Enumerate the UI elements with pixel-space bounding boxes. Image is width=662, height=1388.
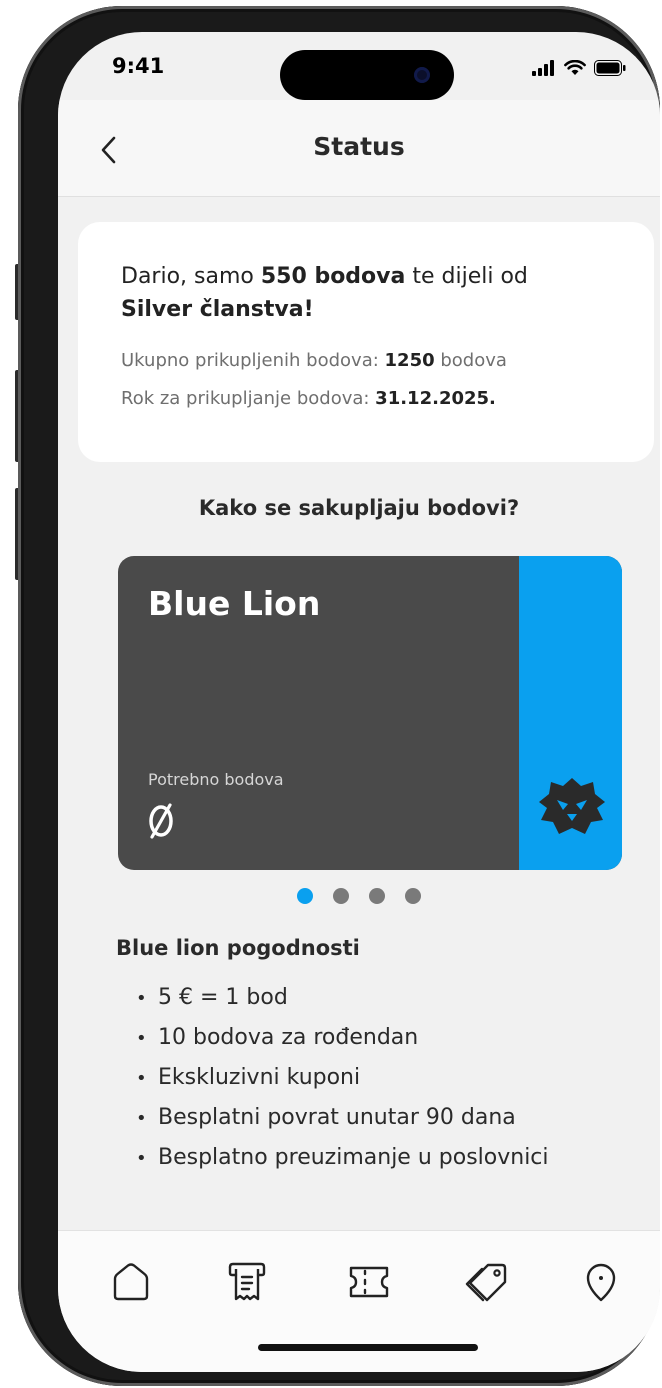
carousel-pagination <box>58 888 660 904</box>
carousel-dot[interactable] <box>333 888 349 904</box>
carousel-dot[interactable] <box>297 888 313 904</box>
benefit-item: Ekskluzivni kuponi <box>136 1058 549 1098</box>
benefits-title: Blue lion pogodnosti <box>116 936 360 960</box>
total-points-unit: bodova <box>434 350 507 371</box>
dynamic-island <box>280 50 454 100</box>
tab-offers[interactable] <box>462 1257 512 1307</box>
tier-name: Blue Lion <box>148 584 321 623</box>
points-headline: Dario, samo 550 bodova te dijeli od Silv… <box>121 260 621 326</box>
total-points-line: Ukupno prikupljenih bodova: 1250 bodova <box>121 350 507 371</box>
deadline-label: Rok za prikupljanje bodova: <box>121 388 376 409</box>
tab-home[interactable] <box>106 1257 156 1307</box>
total-points-value: 1250 <box>384 350 435 371</box>
deadline-line: Rok za prikupljanje bodova: 31.12.2025. <box>121 388 496 409</box>
tab-coupons[interactable] <box>344 1257 394 1307</box>
headline-text: Dario, samo <box>121 264 261 289</box>
benefit-item: Besplatni povrat unutar 90 dana <box>136 1098 549 1138</box>
signal-icon <box>532 60 554 76</box>
benefit-item: 5 € = 1 bod <box>136 978 549 1018</box>
points-info-card: Dario, samo 550 bodova te dijeli od Silv… <box>78 222 654 462</box>
location-pin-icon <box>586 1263 616 1302</box>
tab-stores[interactable] <box>576 1257 626 1307</box>
benefit-item: Besplatno preuzimanje u poslovnici <box>136 1138 549 1178</box>
page-title: Status <box>313 132 405 161</box>
camera-icon <box>414 67 430 83</box>
wifi-icon <box>564 60 586 75</box>
deadline-value: 31.12.2025. <box>375 388 496 409</box>
benefits-list: 5 € = 1 bod 10 bodova za rođendan Eksklu… <box>136 978 549 1178</box>
receipt-icon <box>228 1262 266 1301</box>
points-needed: 550 bodova <box>260 264 406 289</box>
ticket-icon <box>349 1266 389 1298</box>
home-indicator[interactable] <box>258 1344 478 1351</box>
section-heading: Kako se sakupljaju bodovi? <box>198 496 520 520</box>
battery-icon <box>594 60 626 76</box>
home-icon <box>113 1263 149 1301</box>
lion-icon <box>539 778 605 834</box>
next-tier: Silver članstva! <box>121 297 314 322</box>
benefit-item: 10 bodova za rođendan <box>136 1018 549 1058</box>
screen: 9:41 Status Dario, samo 550 bodova te di… <box>58 32 660 1372</box>
tier-card[interactable]: Blue Lion Potrebno bodova 0 <box>118 556 622 870</box>
navigation-bar: Status <box>58 100 660 197</box>
zero-glyph <box>149 803 173 839</box>
status-time: 9:41 <box>112 54 165 78</box>
status-icons <box>532 58 626 78</box>
headline-text: te dijeli od <box>405 264 528 289</box>
required-points-value: 0 <box>146 800 176 849</box>
carousel-dot[interactable] <box>405 888 421 904</box>
required-points-label: Potrebno bodova <box>148 770 284 789</box>
carousel-dot[interactable] <box>369 888 385 904</box>
phone-frame: 9:41 Status Dario, samo 550 bodova te di… <box>18 6 660 1386</box>
total-points-label: Ukupno prikupljenih bodova: <box>121 350 385 371</box>
tab-receipts[interactable] <box>222 1257 272 1307</box>
tags-icon <box>465 1263 507 1302</box>
